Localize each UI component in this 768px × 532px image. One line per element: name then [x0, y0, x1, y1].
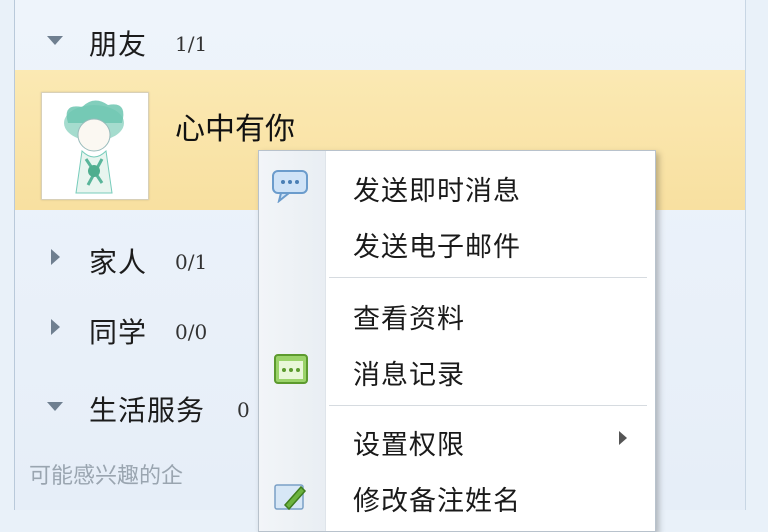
menu-item-label: 发送即时消息: [353, 176, 521, 207]
context-menu: 发送即时消息 发送电子邮件 查看资料 消息记录 设置权限 修改备注姓名: [258, 150, 656, 532]
group-name: 朋友: [89, 28, 148, 61]
chat-bubble-icon: [272, 170, 308, 203]
menu-item-label: 消息记录: [353, 360, 465, 391]
group-name: 家人: [89, 246, 148, 279]
avatar[interactable]: [41, 92, 149, 200]
menu-item-label: 查看资料: [353, 304, 465, 335]
group-friends[interactable]: 朋友 1/1: [15, 10, 745, 70]
expand-arrow-icon[interactable]: [47, 402, 63, 411]
collapse-arrow-icon[interactable]: [51, 249, 60, 265]
group-name: 同学: [89, 316, 148, 349]
menu-separator: [329, 277, 647, 278]
menu-separator: [329, 405, 647, 406]
menu-item-message-history[interactable]: 消息记录: [259, 343, 655, 395]
expand-arrow-icon[interactable]: [47, 36, 63, 45]
group-count: 0: [237, 398, 250, 422]
contact-name: 心中有你: [175, 112, 295, 147]
menu-item-view-profile[interactable]: 查看资料: [259, 287, 655, 339]
edit-pencil-icon: [274, 484, 307, 511]
menu-item-edit-remark[interactable]: 修改备注姓名: [259, 469, 655, 521]
avatar-illustration-icon: [42, 93, 148, 199]
menu-item-send-email[interactable]: 发送电子邮件: [259, 215, 655, 267]
collapse-arrow-icon[interactable]: [51, 319, 60, 335]
menu-item-label: 发送电子邮件: [353, 232, 521, 263]
message-log-icon: [274, 354, 308, 384]
recommend-hint[interactable]: 可能感兴趣的企: [29, 458, 183, 490]
menu-item-set-permissions[interactable]: 设置权限: [259, 413, 655, 465]
menu-item-label: 设置权限: [353, 430, 465, 461]
menu-item-send-message[interactable]: 发送即时消息: [259, 159, 655, 211]
group-name: 生活服务: [89, 394, 206, 427]
group-count: 0/0: [175, 320, 208, 344]
group-count: 1/1: [175, 32, 208, 56]
menu-item-label: 修改备注姓名: [353, 486, 521, 517]
group-count: 0/1: [175, 250, 208, 274]
submenu-arrow-icon: [619, 431, 627, 445]
